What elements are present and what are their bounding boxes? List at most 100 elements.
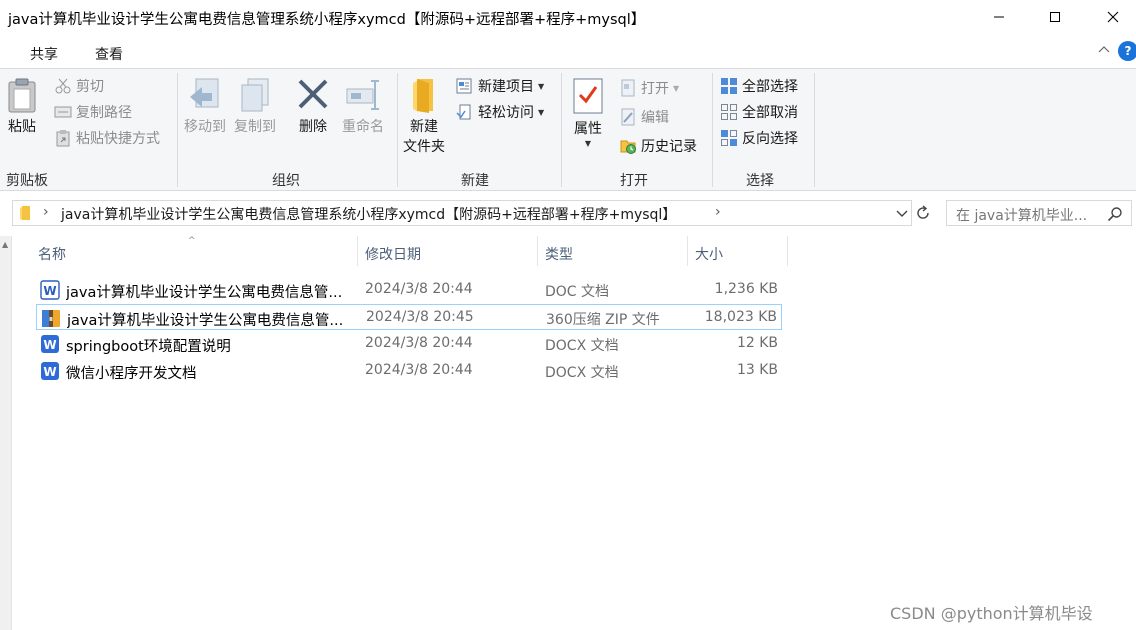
dropdown-arrow-icon: ▼ — [584, 139, 592, 148]
help-icon[interactable]: ? — [1118, 41, 1136, 61]
column-header-size[interactable]: 大小 — [695, 244, 723, 264]
open-button[interactable]: 打开 ▼ — [619, 77, 679, 99]
file-row[interactable]: W springboot环境配置说明 2024/3/8 20:44 DOCX 文… — [36, 331, 782, 357]
folder-icon — [19, 205, 33, 225]
file-row[interactable]: W java计算机毕业设计学生公寓电费信息管... 2024/3/8 20:44… — [36, 277, 782, 303]
column-divider[interactable] — [687, 236, 688, 266]
open-label: 打开 — [641, 81, 669, 97]
scroll-up-icon[interactable]: ▲ — [2, 240, 8, 249]
history-icon — [619, 137, 637, 155]
column-divider[interactable] — [787, 236, 788, 266]
easy-access-icon — [456, 103, 474, 121]
dropdown-arrow-icon: ▼ — [538, 107, 545, 117]
column-divider[interactable] — [537, 236, 538, 266]
tab-view[interactable]: 查看 — [95, 44, 123, 64]
new-group-label: 新建 — [461, 173, 489, 189]
easy-access-button[interactable]: 轻松访问 ▼ — [456, 101, 544, 123]
chevron-right-icon[interactable]: › — [43, 204, 49, 220]
file-row[interactable]: W 微信小程序开发文档 2024/3/8 20:44 DOCX 文档 13 KB — [36, 358, 782, 384]
file-name: java计算机毕业设计学生公寓电费信息管... — [66, 285, 343, 301]
properties-label: 属性 — [574, 121, 602, 137]
minimize-button[interactable] — [976, 0, 1022, 34]
rename-button[interactable]: 重命名 — [342, 77, 384, 137]
close-button[interactable] — [1090, 0, 1136, 34]
file-date: 2024/3/8 20:44 — [365, 281, 473, 297]
maximize-button[interactable] — [1032, 0, 1078, 34]
clipboard-icon — [8, 78, 36, 113]
search-input[interactable]: 在 java计算机毕业... — [946, 200, 1132, 226]
word-icon: W — [40, 280, 60, 300]
rename-icon — [346, 80, 379, 110]
move-to-button[interactable]: 移动到 — [184, 77, 226, 137]
zip-icon — [41, 308, 61, 328]
search-icon[interactable] — [1107, 206, 1123, 226]
word-icon: W — [40, 334, 60, 354]
paste-shortcut-button[interactable]: 粘贴快捷方式 — [54, 127, 160, 149]
new-folder-button[interactable]: 新建 文件夹 — [403, 77, 445, 157]
invert-selection-button[interactable]: 反向选择 — [720, 127, 798, 149]
navigation-pane-scrollbar[interactable]: ▲ — [0, 236, 12, 630]
word-icon: W — [40, 361, 60, 381]
history-button[interactable]: 历史记录 — [619, 135, 697, 157]
column-divider[interactable] — [357, 236, 358, 266]
tab-share[interactable]: 共享 — [30, 44, 58, 64]
file-type: DOCX 文档 — [545, 365, 619, 381]
paste-button[interactable]: 粘贴 — [6, 77, 38, 137]
easy-access-label: 轻松访问 — [478, 105, 534, 121]
cut-label: 剪切 — [76, 79, 104, 95]
delete-x-icon — [298, 79, 328, 109]
select-none-icon — [720, 103, 738, 121]
move-to-icon — [190, 78, 219, 108]
select-all-button[interactable]: 全部选择 — [720, 75, 798, 97]
address-path[interactable]: java计算机毕业设计学生公寓电费信息管理系统小程序xymcd【附源码+远程部署… — [61, 204, 676, 224]
properties-button[interactable]: 属性 ▼ — [572, 77, 604, 148]
file-size: 18,023 KB — [704, 309, 777, 325]
copy-path-icon — [54, 103, 72, 121]
file-row-selected[interactable]: java计算机毕业设计学生公寓电费信息管... 2024/3/8 20:45 3… — [36, 304, 782, 330]
file-type: DOCX 文档 — [545, 338, 619, 354]
file-name: 微信小程序开发文档 — [66, 366, 197, 382]
window-title: java计算机毕业设计学生公寓电费信息管理系统小程序xymcd【附源码+远程部署… — [8, 12, 646, 28]
new-item-button[interactable]: 新建项目 ▼ — [456, 75, 544, 97]
move-to-label: 移动到 — [184, 119, 226, 135]
edit-button[interactable]: 编辑 — [619, 106, 669, 128]
file-size: 1,236 KB — [714, 281, 778, 297]
copy-to-button[interactable]: 复制到 — [234, 77, 276, 137]
new-folder-label: 新建 文件夹 — [403, 119, 445, 155]
file-date: 2024/3/8 20:45 — [366, 309, 474, 325]
svg-text:W: W — [43, 338, 56, 352]
file-size: 13 KB — [736, 362, 778, 378]
new-item-icon — [456, 77, 474, 95]
ribbon: 粘贴 剪切 复制路径 粘贴快捷方式 剪贴板 移动到 复制到 删除 重命名 组织 … — [0, 68, 1136, 191]
cut-button[interactable]: 剪切 — [54, 75, 104, 97]
column-header-name[interactable]: 名称 — [38, 244, 66, 264]
column-header-date[interactable]: 修改日期 — [365, 244, 421, 264]
organize-group-label: 组织 — [272, 173, 300, 189]
copy-path-label: 复制路径 — [76, 105, 132, 121]
delete-button[interactable]: 删除 — [296, 77, 330, 137]
refresh-icon[interactable] — [914, 204, 932, 226]
ribbon-tab-bar: 共享 查看 — [0, 36, 1136, 68]
file-type: DOC 文档 — [545, 284, 610, 300]
invert-selection-label: 反向选择 — [742, 131, 798, 147]
group-divider — [561, 73, 562, 187]
select-all-label: 全部选择 — [742, 79, 798, 95]
paste-label: 粘贴 — [8, 119, 36, 135]
group-divider — [712, 73, 713, 187]
chevron-right-icon[interactable]: › — [715, 204, 721, 220]
chevron-up-icon[interactable] — [1097, 42, 1111, 58]
dropdown-arrow-icon: ▼ — [673, 83, 680, 93]
column-header-type[interactable]: 类型 — [545, 244, 573, 264]
chevron-down-icon[interactable] — [895, 206, 909, 224]
copy-path-button[interactable]: 复制路径 — [54, 101, 132, 123]
watermark: CSDN @python计算机毕设 — [890, 604, 1093, 623]
address-bar[interactable]: › java计算机毕业设计学生公寓电费信息管理系统小程序xymcd【附源码+远程… — [12, 200, 912, 226]
dropdown-arrow-icon: ▼ — [538, 81, 545, 91]
select-none-button[interactable]: 全部取消 — [720, 101, 798, 123]
clipboard-group-label: 剪贴板 — [6, 173, 48, 189]
edit-label: 编辑 — [641, 110, 669, 126]
copy-to-icon — [241, 78, 269, 112]
sort-ascending-icon: ^ — [188, 236, 196, 246]
paste-shortcut-label: 粘贴快捷方式 — [76, 131, 160, 147]
open-group-label: 打开 — [620, 173, 648, 189]
